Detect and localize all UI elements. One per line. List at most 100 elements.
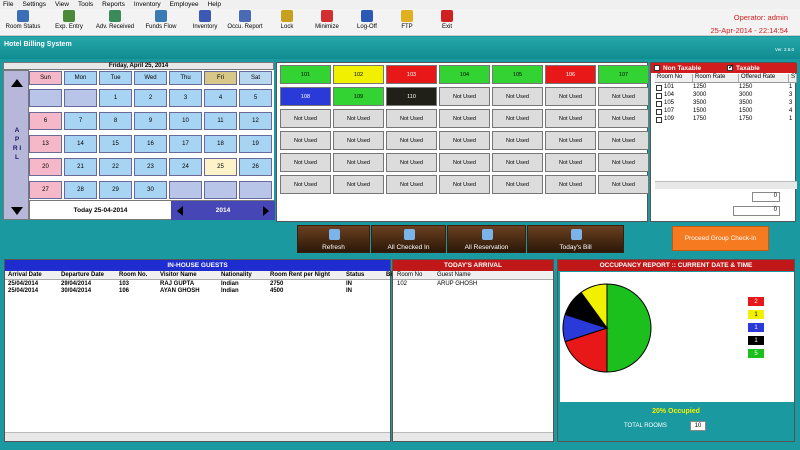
room-not-used[interactable]: Not Used [598,87,649,106]
adv-received-button[interactable]: Adv. Received [92,10,138,30]
room-not-used[interactable]: Not Used [545,153,596,172]
room-103[interactable]: 103 [386,65,437,84]
room-not-used[interactable]: Not Used [439,153,490,172]
calendar-day[interactable]: 1 [99,89,132,107]
exit-button[interactable]: Exit [424,10,470,30]
room-not-used[interactable]: Not Used [386,131,437,150]
room-not-used[interactable]: Not Used [492,131,543,150]
row-checkbox[interactable] [656,93,662,99]
calendar-day[interactable]: 26 [239,158,272,176]
menu-tools[interactable]: Tools [78,1,93,8]
menu-help[interactable]: Help [208,1,221,8]
total-rooms-field[interactable]: 0 [752,192,780,202]
calendar-day[interactable]: 27 [29,181,62,199]
calendar-day[interactable]: 15 [99,135,132,153]
proceed-group-checkin-button[interactable]: Proceed Group Check-in [672,226,769,251]
room-110[interactable]: 110 [386,87,437,106]
calendar-day[interactable]: 2 [134,89,167,107]
room-not-used[interactable]: Not Used [598,175,649,194]
arrival-horizontal-scrollbar[interactable] [393,432,553,441]
menu-settings[interactable]: Settings [22,1,46,8]
next-month-down-icon[interactable] [11,207,23,215]
room-not-used[interactable]: Not Used [280,131,331,150]
arrival-row[interactable]: 102 ARUP GHOSH [393,281,553,289]
guest-row[interactable]: 25/04/2014 30/04/2014 106 AYAN GHOSH Indian 4… [5,288,390,296]
room-not-used[interactable]: Not Used [280,153,331,172]
room-not-used[interactable]: Not Used [333,131,384,150]
room-not-used[interactable]: Not Used [545,109,596,128]
room-not-used[interactable]: Not Used [545,175,596,194]
calendar-day[interactable]: 11 [204,112,237,130]
calendar-day[interactable]: 19 [239,135,272,153]
menu-reports[interactable]: Reports [102,1,125,8]
refresh-button[interactable]: Refresh [297,225,370,253]
row-checkbox[interactable] [656,117,662,123]
calendar-day[interactable]: 21 [64,158,97,176]
non-taxable-toggle[interactable]: Non Taxable [651,63,724,73]
occu-report-button[interactable]: Occu. Report [222,10,268,30]
calendar-day[interactable]: 7 [64,112,97,130]
room-not-used[interactable]: Not Used [439,131,490,150]
taxable-row[interactable]: 101 1250 1250 1 [655,84,797,92]
calendar-day[interactable]: 29 [99,181,132,199]
today-label[interactable]: Today 25-04-2014 [30,207,171,214]
exp-entry-button[interactable]: Exp. Entry [46,10,92,30]
calendar-day[interactable]: 9 [134,112,167,130]
next-year-icon[interactable] [263,205,269,216]
room-status-button[interactable]: Room Status [0,10,46,30]
calendar-day[interactable]: 30 [134,181,167,199]
room-not-used[interactable]: Not Used [598,131,649,150]
prev-month-up-icon[interactable] [11,79,23,87]
room-not-used[interactable]: Not Used [545,131,596,150]
room-not-used[interactable]: Not Used [545,87,596,106]
taxable-row[interactable]: 109 1750 1750 1 [655,116,797,124]
room-not-used[interactable]: Not Used [598,109,649,128]
taxable-horizontal-scrollbar[interactable] [655,181,797,189]
calendar-day[interactable]: 17 [169,135,202,153]
room-not-used[interactable]: Not Used [386,175,437,194]
calendar-day[interactable] [169,181,202,199]
room-not-used[interactable]: Not Used [492,109,543,128]
funds-flow-button[interactable]: Funds Flow [138,10,184,30]
today-s-bill-button[interactable]: Today's Bill [527,225,624,253]
calendar-day[interactable]: 3 [169,89,202,107]
taxable-row[interactable]: 107 1500 1500 4 [655,108,797,116]
calendar-day[interactable]: 18 [204,135,237,153]
room-not-used[interactable]: Not Used [333,153,384,172]
menu-view[interactable]: View [55,1,69,8]
combined-rate-field[interactable]: 0 [733,206,780,216]
taxable-row[interactable]: 105 3500 3500 3 [655,100,797,108]
taxable-checkbox[interactable]: ✓ [727,64,734,71]
room-not-used[interactable]: Not Used [492,153,543,172]
all-reservation-button[interactable]: All Reservation [447,225,526,253]
room-not-used[interactable]: Not Used [386,153,437,172]
room-107[interactable]: 107 [598,65,649,84]
room-not-used[interactable]: Not Used [386,109,437,128]
room-not-used[interactable]: Not Used [439,109,490,128]
taxable-row[interactable]: 104 3000 3000 3 [655,92,797,100]
room-101[interactable]: 101 [280,65,331,84]
calendar-day[interactable] [64,89,97,107]
calendar-day[interactable]: 16 [134,135,167,153]
all-checked-in-button[interactable]: All Checked In [371,225,446,253]
room-108[interactable]: 108 [280,87,331,106]
calendar-day[interactable]: 6 [29,112,62,130]
calendar-day[interactable] [29,89,62,107]
non-taxable-checkbox[interactable] [654,65,660,71]
calendar-day[interactable]: 24 [169,158,202,176]
room-not-used[interactable]: Not Used [280,109,331,128]
calendar-day[interactable]: 14 [64,135,97,153]
prev-year-icon[interactable] [177,205,183,216]
room-not-used[interactable]: Not Used [333,175,384,194]
room-106[interactable]: 106 [545,65,596,84]
room-not-used[interactable]: Not Used [280,175,331,194]
calendar-day[interactable]: 13 [29,135,62,153]
row-checkbox[interactable] [656,109,662,115]
room-105[interactable]: 105 [492,65,543,84]
guests-horizontal-scrollbar[interactable] [5,432,390,441]
calendar-day[interactable]: 5 [239,89,272,107]
room-109[interactable]: 109 [333,87,384,106]
taxable-toggle[interactable]: ✓ Taxable [724,63,797,73]
room-not-used[interactable]: Not Used [439,175,490,194]
menu-inventory[interactable]: Inventory [134,1,161,8]
